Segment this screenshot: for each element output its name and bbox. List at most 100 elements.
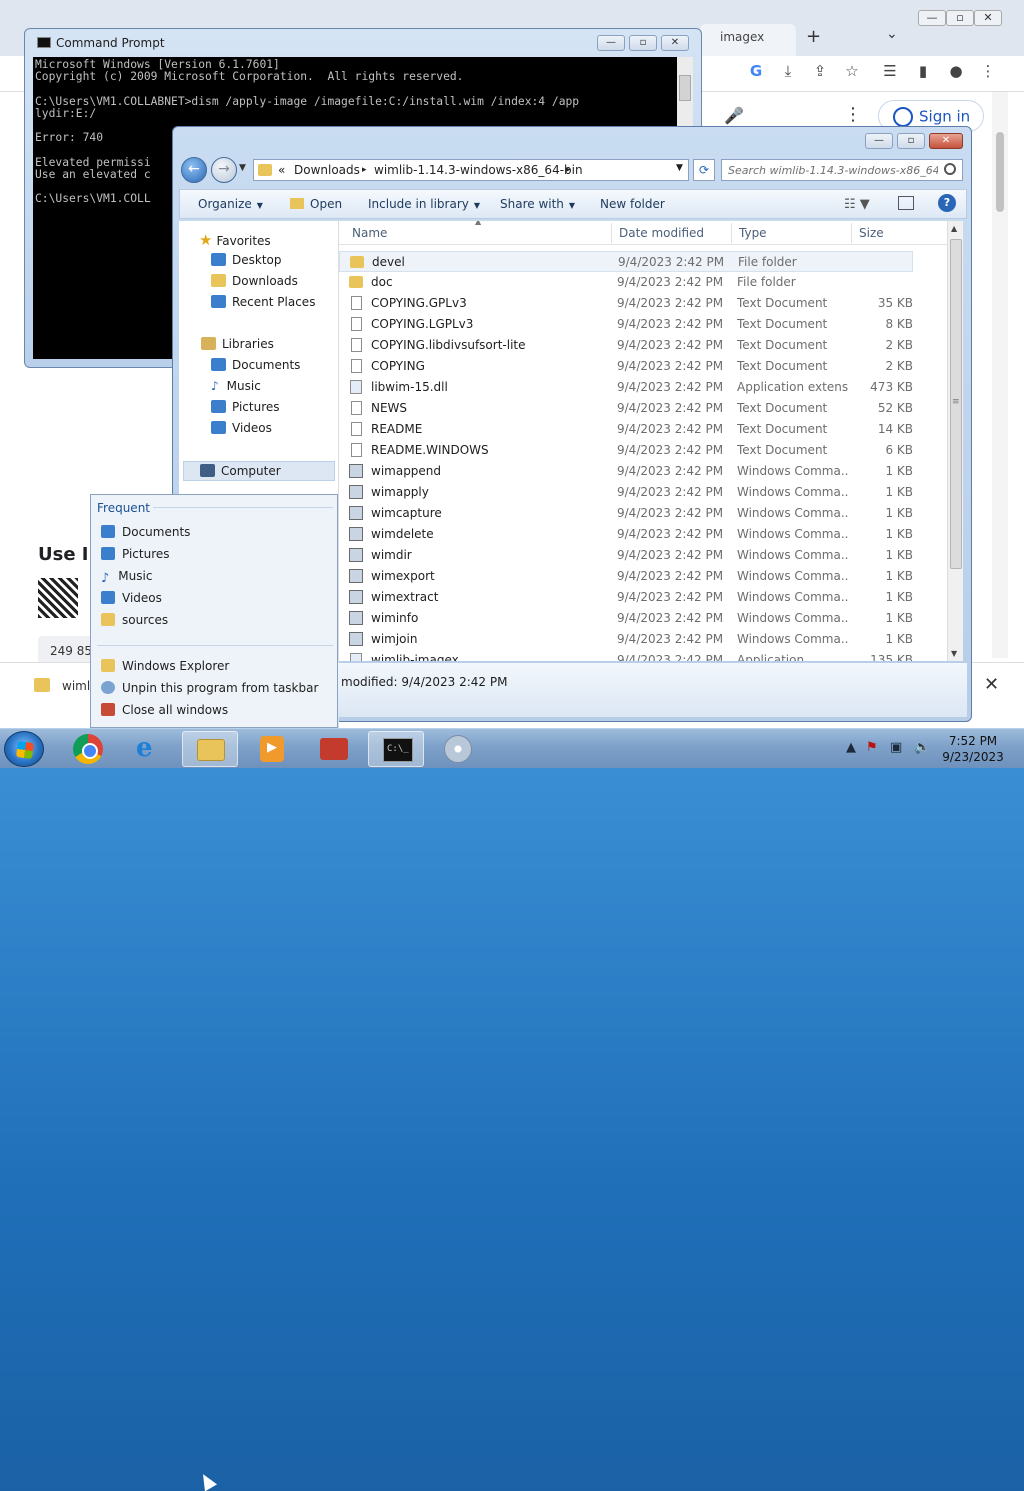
file-row[interactable]: wimextract 9/4/2023 2:42 PM Windows Comma.… [339, 587, 913, 608]
explorer-close-button[interactable]: ✕ [929, 133, 963, 149]
new-folder-button[interactable]: New folder [600, 197, 665, 211]
jump-list-item-music[interactable]: ♪ Music [101, 569, 152, 586]
browser-scroll-thumb[interactable] [996, 132, 1004, 212]
forward-button[interactable]: → [211, 157, 237, 183]
reading-list-icon[interactable]: ☰ [879, 62, 901, 84]
cmd-minimize-button[interactable]: — [597, 35, 625, 51]
scroll-down-arrow-icon[interactable]: ▼ [951, 649, 957, 658]
taskbar-chrome[interactable] [60, 731, 116, 767]
breadcrumb-downloads[interactable]: Downloads [294, 163, 360, 177]
file-row[interactable]: wimdelete 9/4/2023 2:42 PM Windows Comma..… [339, 524, 913, 545]
google-icon[interactable]: G [745, 62, 767, 84]
column-divider[interactable] [731, 223, 732, 243]
show-hidden-icons[interactable]: ▲ [846, 740, 856, 755]
new-tab-button[interactable]: + [806, 26, 821, 47]
breadcrumb-separator-2[interactable]: ▸ [566, 165, 571, 175]
share-icon[interactable]: ⇪ [809, 62, 831, 84]
cmd-title-bar[interactable]: Command Prompt [37, 36, 165, 50]
taskbar-disc[interactable] [430, 731, 486, 767]
column-name[interactable]: Name [352, 226, 387, 240]
file-row[interactable]: COPYING.libdivsufsort-lite 9/4/2023 2:42 … [339, 335, 913, 356]
network-icon[interactable]: ▣ [890, 740, 902, 755]
breadcrumb-overflow[interactable]: « [278, 163, 285, 177]
side-panel-icon[interactable]: ▮ [912, 62, 934, 84]
start-button[interactable] [4, 731, 44, 767]
help-icon[interactable]: ? [938, 194, 956, 212]
download-bar-close-icon[interactable]: ✕ [984, 674, 999, 695]
file-row[interactable]: wimjoin 9/4/2023 2:42 PM Windows Comma... 1… [339, 629, 913, 650]
file-row[interactable]: devel 9/4/2023 2:42 PM File folder [339, 251, 913, 272]
nav-videos[interactable]: Videos [211, 421, 272, 435]
file-row[interactable]: doc 9/4/2023 2:42 PM File folder [339, 272, 913, 293]
jump-list-item-videos[interactable]: Videos [101, 591, 162, 605]
file-row[interactable]: wimapply 9/4/2023 2:42 PM Windows Comma...… [339, 482, 913, 503]
jump-list-unpin[interactable]: Unpin this program from taskbar [101, 681, 318, 695]
refresh-button[interactable]: ⟳ [693, 159, 715, 181]
nav-downloads[interactable]: Downloads [211, 274, 298, 288]
nav-pictures[interactable]: Pictures [211, 400, 280, 414]
column-size[interactable]: Size [859, 226, 884, 240]
organize-button[interactable]: Organize ▼ [198, 197, 263, 211]
taskbar-windows-explorer[interactable] [182, 731, 238, 767]
browser-minimize-button[interactable]: — [918, 10, 946, 26]
file-row[interactable]: wimdir 9/4/2023 2:42 PM Windows Comma... 1 … [339, 545, 913, 566]
cmd-maximize-button[interactable]: ▫ [629, 35, 657, 51]
jump-list-close-all[interactable]: Close all windows [101, 703, 228, 717]
change-view-icon[interactable]: ☷ ▼ [844, 197, 870, 212]
jump-list-item-pictures[interactable]: Pictures [101, 547, 170, 561]
search-box[interactable]: Search wimlib-1.14.3-windows-x86_64... [721, 159, 963, 181]
action-center-icon[interactable]: ⚑ [866, 740, 878, 755]
file-row[interactable]: wimcapture 9/4/2023 2:42 PM Windows Comma.… [339, 503, 913, 524]
taskbar-toolbox[interactable] [306, 731, 362, 767]
jump-list-item-sources[interactable]: sources [101, 613, 168, 627]
column-divider[interactable] [611, 223, 612, 243]
file-row[interactable]: COPYING.LGPLv3 9/4/2023 2:42 PM Text Docum… [339, 314, 913, 335]
jump-list-item-documents[interactable]: Documents [101, 525, 190, 539]
address-dropdown-icon[interactable]: ▼ [676, 163, 683, 173]
cmd-scroll-thumb[interactable] [679, 75, 691, 101]
browser-close-button[interactable]: ✕ [974, 10, 1002, 26]
browser-maximize-button[interactable]: ▫ [946, 10, 974, 26]
cmd-close-button[interactable]: ✕ [661, 35, 689, 51]
taskbar-media-player[interactable] [244, 731, 300, 767]
taskbar-internet-explorer[interactable]: e [122, 731, 178, 767]
browser-scrollbar[interactable] [992, 92, 1008, 658]
file-row[interactable]: COPYING 9/4/2023 2:42 PM Text Document 2 KB [339, 356, 913, 377]
bookmark-star-icon[interactable]: ☆ [841, 62, 863, 84]
search-icon[interactable] [944, 163, 956, 175]
microphone-icon[interactable]: 🎤 [724, 106, 744, 125]
file-row[interactable]: libwim-15.dll 9/4/2023 2:42 PM Application… [339, 377, 913, 398]
open-button[interactable]: Open [290, 197, 342, 211]
explorer-minimize-button[interactable]: — [865, 133, 893, 149]
file-row[interactable]: wimexport 9/4/2023 2:42 PM Windows Comma..… [339, 566, 913, 587]
download-item[interactable]: wiml [62, 679, 90, 693]
address-bar[interactable]: « Downloads ▸ wimlib-1.14.3-windows-x86_… [253, 159, 689, 181]
file-list-scrollbar[interactable]: ▲ ≡ ▼ [947, 221, 963, 661]
back-button[interactable]: ← [181, 157, 207, 183]
file-row[interactable]: NEWS 9/4/2023 2:42 PM Text Document 52 KB [339, 398, 913, 419]
breadcrumb-wimlib[interactable]: wimlib-1.14.3-windows-x86_64-bin [374, 163, 583, 177]
menu-dots-icon[interactable]: ⋮ [977, 62, 999, 84]
column-divider[interactable] [851, 223, 852, 243]
system-clock[interactable]: 7:52 PM 9/23/2023 [938, 733, 1008, 765]
profile-icon[interactable]: ● [945, 62, 967, 84]
nav-recent-places[interactable]: Recent Places [211, 295, 315, 309]
nav-documents[interactable]: Documents [211, 358, 300, 372]
breadcrumb-separator[interactable]: ▸ [362, 165, 367, 175]
file-row[interactable]: wiminfo 9/4/2023 2:42 PM Windows Comma... 1… [339, 608, 913, 629]
share-with-button[interactable]: Share with ▼ [500, 197, 575, 211]
more-options-icon[interactable]: ⋮ [844, 104, 862, 125]
tab-search-button[interactable]: ⌄ [886, 26, 898, 42]
file-row[interactable]: README 9/4/2023 2:42 PM Text Document 14 KB [339, 419, 913, 440]
file-row[interactable]: README.WINDOWS 9/4/2023 2:42 PM Text Docum… [339, 440, 913, 461]
nav-libraries[interactable]: Libraries [201, 337, 274, 351]
include-in-library-button[interactable]: Include in library ▼ [368, 197, 480, 211]
scroll-up-arrow-icon[interactable]: ▲ [951, 224, 957, 233]
nav-desktop[interactable]: Desktop [211, 253, 282, 267]
search-input[interactable]: Search wimlib-1.14.3-windows-x86_64... [728, 164, 938, 177]
browser-tab[interactable]: imagex [700, 24, 796, 56]
install-icon[interactable]: ⤓ [777, 62, 799, 84]
file-row[interactable]: wimlib-imagex 9/4/2023 2:42 PM Application… [339, 650, 913, 661]
file-row[interactable]: COPYING.GPLv3 9/4/2023 2:42 PM Text Docume… [339, 293, 913, 314]
preview-pane-icon[interactable] [898, 196, 914, 210]
